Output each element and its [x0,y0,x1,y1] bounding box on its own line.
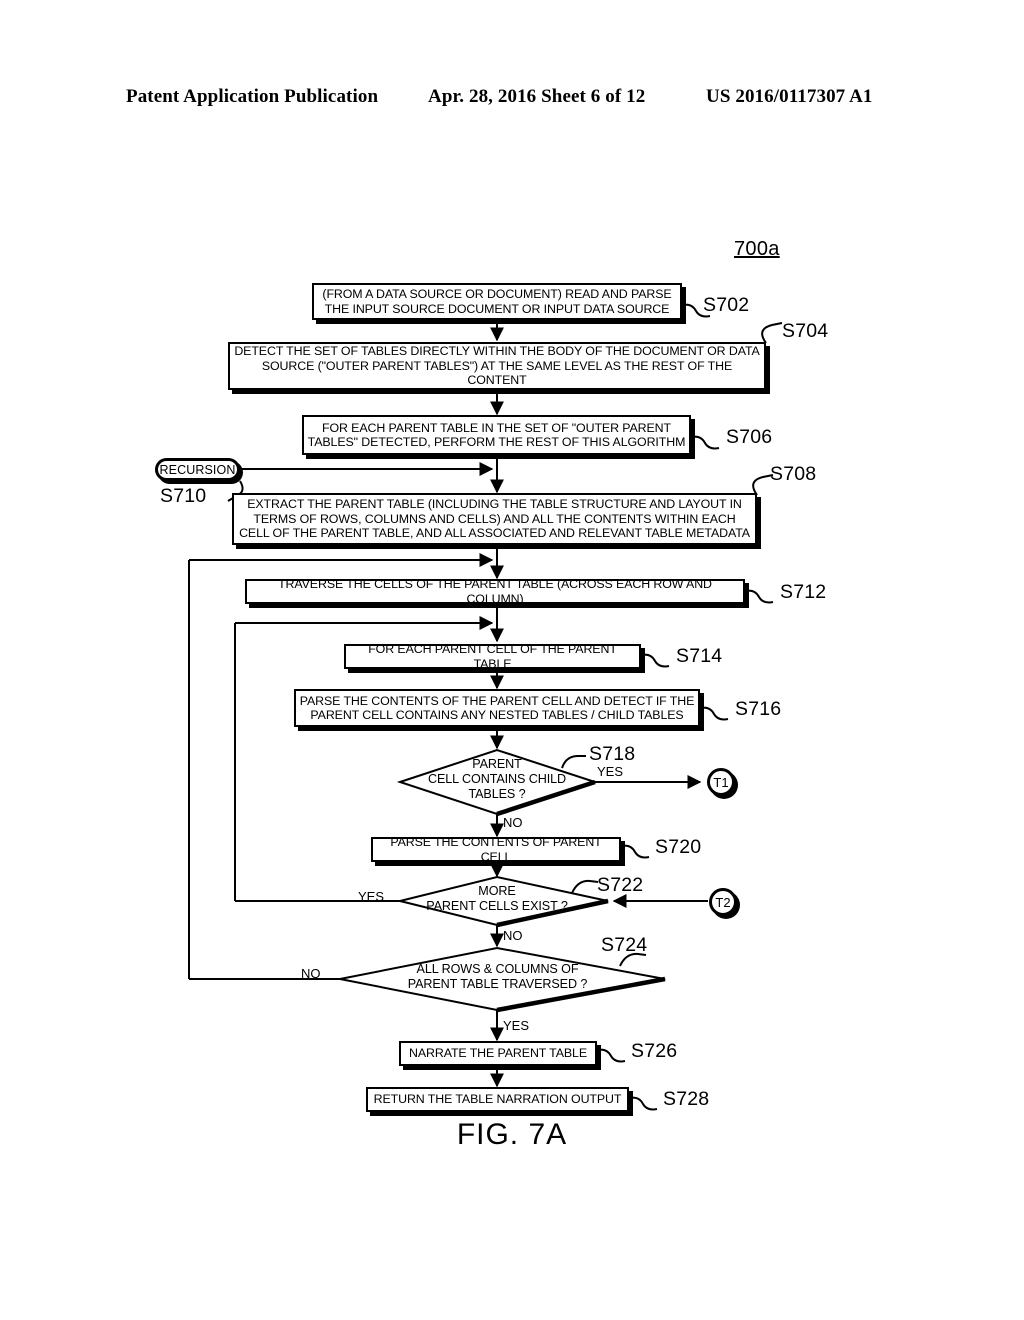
node-s708-text: EXTRACT THE PARENT TABLE (INCLUDING THE … [239,497,750,541]
node-s712-text: TRAVERSE THE CELLS OF THE PARENT TABLE (… [278,577,712,606]
step-label-s720: S720 [655,836,702,858]
connector-t2[interactable]: T2 [709,888,737,916]
step-label-s708: S708 [770,463,817,485]
node-s728-text: RETURN THE TABLE NARRATION OUTPUT [373,1092,622,1107]
edge-label-s718-yes: YES [597,764,624,779]
step-label-s722: S722 [597,874,644,896]
node-s726-text: NARRATE THE PARENT TABLE [409,1046,587,1061]
node-s708[interactable]: EXTRACT THE PARENT TABLE (INCLUDING THE … [232,493,757,545]
edge-label-s724-yes: YES [503,1018,530,1033]
step-label-s728: S728 [663,1088,710,1110]
node-s704[interactable]: DETECT THE SET OF TABLES DIRECTLY WITHIN… [228,342,766,390]
node-s728[interactable]: RETURN THE TABLE NARRATION OUTPUT [366,1087,629,1112]
step-label-s724: S724 [601,934,648,956]
step-label-s718: S718 [589,743,636,765]
step-label-s704: S704 [782,320,829,342]
node-s704-text: DETECT THE SET OF TABLES DIRECTLY WITHIN… [234,344,760,388]
step-label-s706: S706 [726,426,773,448]
node-s726[interactable]: NARRATE THE PARENT TABLE [399,1041,597,1066]
figure-caption: FIG. 7A [456,1118,568,1151]
node-s702[interactable]: (FROM A DATA SOURCE OR DOCUMENT) READ AN… [312,283,682,320]
step-label-s710: S710 [160,485,207,507]
node-s716[interactable]: PARSE THE CONTENTS OF THE PARENT CELL AN… [294,689,700,727]
node-s716-text: PARSE THE CONTENTS OF THE PARENT CELL AN… [299,693,695,722]
node-s720[interactable]: PARSE THE CONTENTS OF PARENT CELL [371,835,621,864]
step-label-s702: S702 [703,294,750,316]
edge-label-s722-no: NO [503,928,523,943]
edge-label-s718-no: NO [503,815,523,830]
step-label-s714: S714 [676,645,723,667]
connector-t2-label: T2 [715,894,731,910]
node-s718-text: PARENT CELL CONTAINS CHILD TABLES ? [427,757,567,801]
step-label-s726: S726 [631,1040,678,1062]
node-s712[interactable]: TRAVERSE THE CELLS OF THE PARENT TABLE (… [245,577,745,606]
node-s702-text: (FROM A DATA SOURCE OR DOCUMENT) READ AN… [322,287,672,316]
node-s706[interactable]: FOR EACH PARENT TABLE IN THE SET OF "OUT… [302,415,691,455]
node-s710-text: RECURSION [159,462,236,477]
node-s722-text: MORE PARENT CELLS EXIST ? [426,884,568,913]
connector-t1[interactable]: T1 [707,768,735,796]
node-s724-text: ALL ROWS & COLUMNS OF PARENT TABLE TRAVE… [407,962,588,991]
node-s706-text: FOR EACH PARENT TABLE IN THE SET OF "OUT… [307,420,686,449]
connector-t1-label: T1 [713,774,729,790]
edge-label-s722-yes: YES [358,889,385,904]
step-label-s712: S712 [780,581,827,603]
node-s714-text: FOR EACH PARENT CELL OF THE PARENT TABLE [368,642,617,671]
step-label-s716: S716 [735,698,782,720]
edge-label-s724-no: NO [301,966,321,981]
node-s720-text: PARSE THE CONTENTS OF PARENT CELL [390,835,602,864]
node-s714[interactable]: FOR EACH PARENT CELL OF THE PARENT TABLE [344,642,641,671]
node-s710-recursion[interactable]: RECURSION [155,458,240,481]
